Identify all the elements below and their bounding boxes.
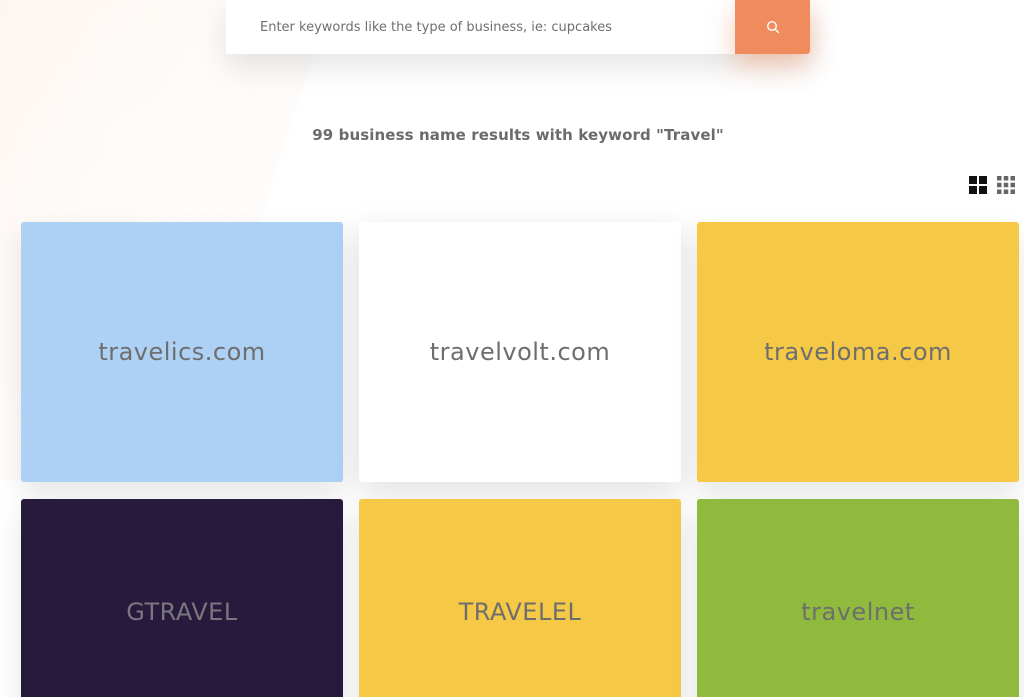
card-name: GTRAVEL (126, 598, 238, 626)
card-name: travelics.com (98, 338, 266, 366)
search-input[interactable] (226, 0, 735, 54)
result-card[interactable]: GTRAVEL (21, 499, 343, 697)
search-icon (766, 20, 780, 34)
card-name: TRAVELEL (458, 598, 582, 626)
small-grid-view-button[interactable] (997, 176, 1015, 198)
view-toggle (969, 176, 1015, 198)
results-heading: 99 business name results with keyword "T… (312, 126, 724, 144)
small-grid-icon (997, 176, 1015, 198)
result-card[interactable]: travelnet (697, 499, 1019, 697)
large-grid-view-button[interactable] (969, 176, 987, 198)
search-button[interactable] (735, 0, 810, 54)
result-card[interactable]: travelics.com (21, 222, 343, 482)
search-bar (226, 0, 810, 54)
card-name: travelnet (801, 598, 915, 626)
result-card[interactable]: TRAVELEL (359, 499, 681, 697)
result-card[interactable]: traveloma.com (697, 222, 1019, 482)
card-name: traveloma.com (764, 338, 952, 366)
page: 99 business name results with keyword "T… (0, 0, 1024, 697)
result-card[interactable]: travelvolt.com (359, 222, 681, 482)
card-name: travelvolt.com (429, 338, 611, 366)
large-grid-icon (969, 176, 987, 198)
